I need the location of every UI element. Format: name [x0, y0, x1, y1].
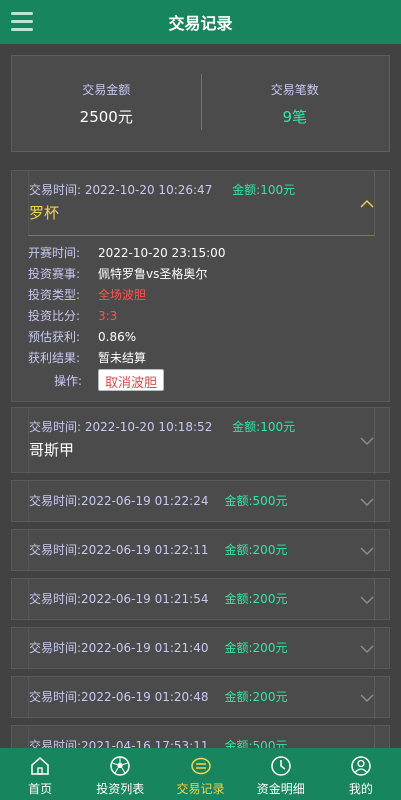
summary-amount-value: 2500元 [79, 107, 133, 126]
amount-label: 金额:200元 [224, 543, 288, 557]
menu-icon[interactable] [11, 12, 33, 32]
record-header[interactable]: 交易时间: 2022-10-20 10:26:47 金额:100元 罗杯 [28, 171, 375, 236]
chevron-down-icon[interactable] [360, 595, 374, 605]
chevron-down-icon[interactable] [360, 436, 374, 446]
record-meta: 交易时间: 2022-10-20 10:18:52 金额:100元 [29, 420, 296, 434]
amount-label: 金额:200元 [224, 592, 288, 606]
record-team: 哥斯甲 [29, 441, 75, 459]
summary-count-label: 交易笔数 [270, 82, 319, 97]
record-header[interactable]: 交易时间:2022-06-19 01:20:48 金额:200元 [28, 677, 375, 719]
record-detail: 开赛时间: 2022-10-20 23:15:00 投资赛事: 佩特罗鲁vs圣格奥尔… [28, 242, 225, 392]
record-meta: 交易时间:2022-06-19 01:20:48 金额:200元 [29, 690, 288, 704]
amount-label: 金额:100元 [232, 183, 296, 197]
summary-count: 交易笔数 9笔 [201, 56, 390, 151]
home-icon [31, 757, 49, 775]
tab-label: 交易记录 [176, 782, 225, 796]
summary-amount-label: 交易金额 [82, 82, 131, 97]
tab-invest-list[interactable]: 投资列表 [80, 748, 160, 800]
summary-count-value: 9笔 [282, 107, 308, 126]
football-icon [110, 756, 131, 776]
detail-type: 投资类型: 全场波胆 [28, 288, 147, 302]
record-card[interactable]: 交易时间:2022-06-19 01:20:48 金额:200元 [11, 676, 390, 719]
record-time: 2022-10-20 10:26:47 [84, 183, 213, 197]
record-time: 2022-06-19 01:21:40 [81, 641, 209, 655]
record-header[interactable]: 交易时间:2022-06-19 01:21:40 金额:200元 [28, 628, 375, 670]
amount-label: 金额:500元 [224, 494, 288, 508]
record-card[interactable]: 交易时间:2022-06-19 01:22:24 金额:500元 [11, 480, 390, 523]
time-label: 交易时间: [29, 183, 82, 197]
record-team: 罗杯 [29, 204, 60, 222]
record-meta: 交易时间:2022-06-19 01:21:40 金额:200元 [29, 641, 288, 655]
record-time: 2022-06-19 01:21:54 [81, 592, 209, 606]
user-icon [351, 756, 371, 776]
record-card-expanded: 交易时间: 2022-10-20 10:26:47 金额:100元 罗杯 开赛时… [11, 170, 390, 402]
tab-label: 我的 [348, 782, 373, 796]
tab-trade-records[interactable]: 交易记录 [160, 748, 240, 800]
header-bar: 交易记录 [0, 0, 401, 44]
record-meta: 交易时间:2022-06-19 01:22:11 金额:200元 [29, 543, 288, 557]
bottom-tab-bar: 首页 投资列表 交易记录 资金明细 我的 [0, 748, 401, 800]
record-time: 2022-06-19 01:22:24 [81, 494, 209, 508]
summary-panel: 交易金额 2500元 交易笔数 9笔 [11, 55, 390, 152]
tab-label: 首页 [28, 782, 53, 796]
detail-result: 获利结果: 暂未结算 [28, 351, 147, 365]
record-header[interactable]: 交易时间:2022-06-19 01:22:11 金额:200元 [28, 530, 375, 572]
summary-divider [201, 74, 202, 130]
record-card[interactable]: 交易时间:2022-06-19 01:21:54 金额:200元 [11, 578, 390, 621]
record-header[interactable]: 交易时间: 2022-10-20 10:18:52 金额:100元 哥斯甲 [28, 408, 375, 474]
record-header[interactable]: 交易时间:2022-06-19 01:22:24 金额:500元 [28, 481, 375, 523]
record-time: 2022-10-20 10:18:52 [84, 420, 213, 434]
chevron-down-icon[interactable] [360, 693, 374, 703]
record-meta: 交易时间: 2022-10-20 10:26:47 金额:100元 [29, 181, 295, 198]
tab-fund-details[interactable]: 资金明细 [241, 748, 321, 800]
amount-label: 金额:200元 [224, 690, 288, 704]
tab-mine[interactable]: 我的 [321, 748, 401, 800]
amount-label: 金额:200元 [224, 641, 288, 655]
chevron-down-icon[interactable] [360, 546, 374, 556]
ticket-icon [190, 757, 211, 775]
detail-action: 操作: 取消波胆 [28, 368, 225, 392]
tab-home[interactable]: 首页 [0, 748, 80, 800]
detail-start-time: 开赛时间: 2022-10-20 23:15:00 [28, 245, 226, 261]
detail-score: 投资比分: 3:3 [28, 308, 118, 324]
record-card[interactable]: 交易时间:2022-06-19 01:22:11 金额:200元 [11, 529, 390, 572]
page-title: 交易记录 [168, 14, 233, 33]
record-card[interactable]: 交易时间: 2022-10-20 10:18:52 金额:100元 哥斯甲 [11, 407, 390, 474]
chevron-up-icon[interactable] [360, 199, 374, 209]
tab-label: 资金明细 [256, 782, 305, 796]
amount-label: 金额:100元 [232, 420, 296, 434]
detail-match: 投资赛事: 佩特罗鲁vs圣格奥尔 [28, 267, 208, 281]
detail-profit: 预估获利: 0.86% [28, 329, 137, 345]
chevron-down-icon[interactable] [360, 644, 374, 654]
summary-amount: 交易金额 2500元 [12, 56, 201, 151]
record-header[interactable]: 交易时间:2022-06-19 01:21:54 金额:200元 [28, 579, 375, 621]
record-meta: 交易时间:2022-06-19 01:22:24 金额:500元 [29, 494, 288, 508]
record-time: 2022-06-19 01:20:48 [81, 690, 209, 704]
record-card[interactable]: 交易时间:2022-06-19 01:21:40 金额:200元 [11, 627, 390, 670]
record-meta: 交易时间:2022-06-19 01:21:54 金额:200元 [29, 592, 288, 606]
clock-icon [270, 756, 291, 776]
tab-label: 投资列表 [96, 782, 145, 796]
cancel-bet-button[interactable]: 取消波胆 [98, 369, 165, 391]
record-time: 2022-06-19 01:22:11 [81, 543, 209, 557]
chevron-down-icon[interactable] [360, 497, 374, 507]
